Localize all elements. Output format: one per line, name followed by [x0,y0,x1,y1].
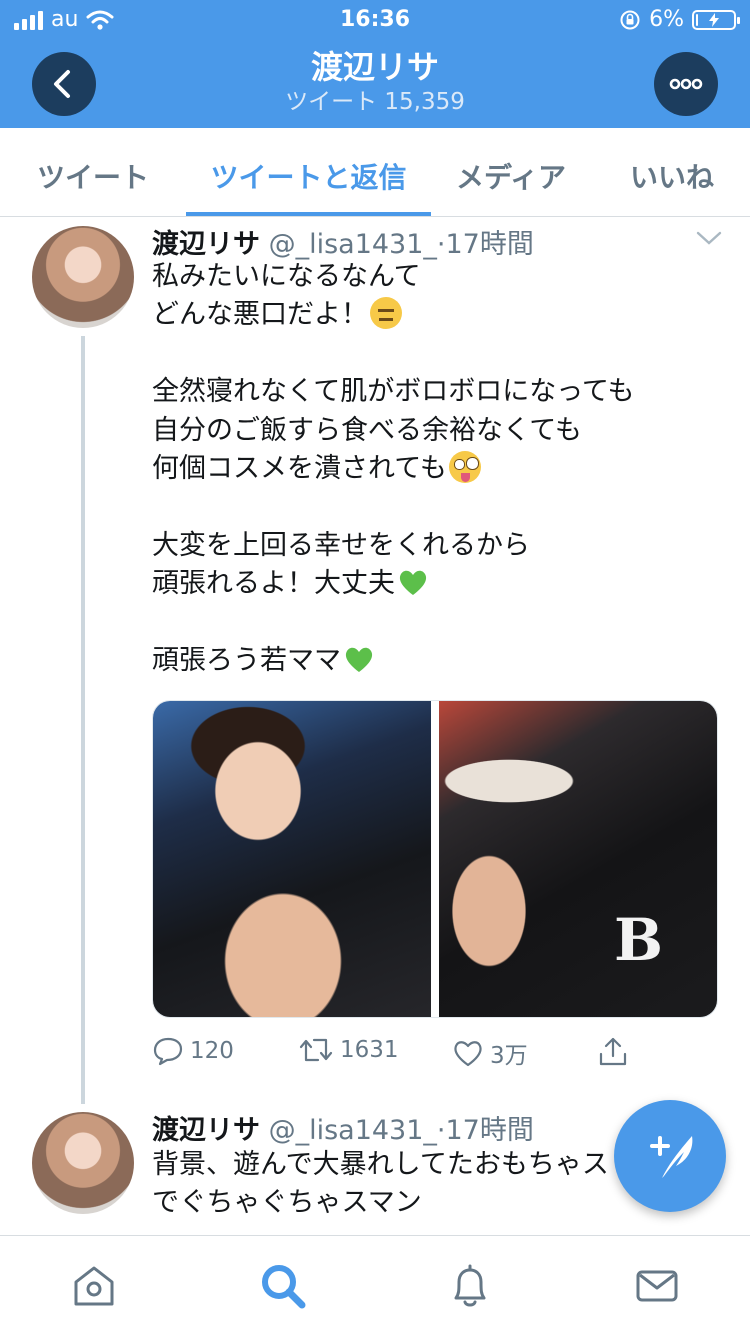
author-handle-time: @_lisa1431_·17時間 [260,229,534,260]
nav-home[interactable] [68,1260,120,1312]
share-icon [599,1037,627,1066]
green-heart-emoji [345,647,373,672]
tweet-actions: 120 1631 3万 [152,1030,652,1074]
charging-bolt-icon [709,12,719,27]
rotation-lock-icon [620,10,640,29]
zany-face-emoji [448,450,481,483]
tweet-line: どんな悪口だよ！ [152,296,635,334]
battery-percent: 6% [649,7,684,32]
tweet-line: 背景、遊んで大暴れしてたおもちゃス [152,1149,609,1180]
status-bar: au 16:36 6% [0,0,750,40]
tweet-line: 頑張れるよ！大丈夫 [152,565,635,603]
tweet-photo[interactable] [153,701,431,1017]
tab-likes[interactable]: いいね [628,156,716,196]
retweet-count: 1631 [340,1037,399,1063]
reply-button[interactable]: 120 [152,1036,234,1066]
tweet-line: 私みたいになるなんて [152,261,421,292]
reply-count: 120 [190,1038,234,1064]
tweet-text: 背景、遊んで大暴れしてたおもちゃス でぐちゃぐちゃスマン [152,1146,622,1223]
nav-messages[interactable] [631,1260,683,1312]
tab-media[interactable]: メディア [452,156,570,196]
expressionless-face-emoji [370,297,402,330]
more-button[interactable] [654,52,718,116]
profile-tabs: ツイート ツイートと返信 メディア いいね [0,128,750,217]
compose-tweet-button[interactable] [614,1100,726,1212]
tweet-line: でぐちゃぐちゃスマン [152,1187,422,1219]
thread-connector-line [81,336,85,1104]
tweet-media-grid: B [152,700,718,1018]
tweet-photo[interactable]: B [439,701,717,1017]
battery-icon [692,9,740,30]
share-button[interactable] [598,1036,628,1068]
bottom-navigation [0,1235,750,1335]
more-dots-icon [669,78,703,90]
tweet-line: 全然寝れなくて肌がボロボロになっても [152,376,635,408]
nav-search[interactable] [257,1260,309,1312]
tweet-text: 私みたいになるなんて どんな悪口だよ！ 全然寝れなくて肌がボロボロになっても 自… [152,258,635,680]
tweet-count: ツイート 15,359 [285,89,465,115]
author-name[interactable]: 渡辺リサ [152,1115,260,1146]
author-handle-time: @_lisa1431_·17時間 [260,1115,534,1146]
tweet-options-chevron-icon[interactable] [696,230,722,246]
search-icon [262,1265,306,1309]
tweet-line: 頑張ろう若ママ [152,642,635,680]
author-name[interactable]: 渡辺リサ [152,229,260,260]
tab-tweets[interactable]: ツイート [36,156,150,196]
active-tab-indicator [186,212,431,216]
messages-envelope-icon [636,1270,678,1302]
notifications-bell-icon [454,1264,486,1307]
tweet-header: 渡辺リサ @_lisa1431_·17時間 [152,222,534,261]
like-count: 3万 [490,1043,528,1069]
status-right-group: 6% [619,7,740,32]
tweet-header: 渡辺リサ @_lisa1431_·17時間 [152,1108,534,1147]
avatar[interactable] [32,1112,134,1214]
retweet-icon [299,1038,333,1062]
tweet-line: 何個コスメを潰されても [152,450,635,488]
compose-tweet-icon [650,1136,693,1178]
tweet-line: 自分のご飯すら食べる余裕なくても [152,414,582,446]
profile-header: au 16:36 6% 渡辺リサ ツイート 15,359 [0,0,750,128]
heart-icon [454,1041,482,1067]
green-heart-emoji [399,570,427,596]
tweet-line: 大変を上回る幸せをくれるから [152,529,530,561]
home-icon [74,1266,114,1306]
like-button[interactable]: 3万 [452,1036,528,1070]
tab-tweets-and-replies[interactable]: ツイートと返信 [186,156,431,196]
reply-icon [153,1037,183,1066]
shirt-logo-text: B [614,906,664,974]
tweet-line [152,335,635,373]
battery-fill [696,13,698,26]
tweet-line [152,604,635,642]
retweet-button[interactable]: 1631 [298,1036,399,1064]
avatar[interactable] [32,226,134,328]
nav-notifications[interactable] [444,1260,496,1312]
tweet-line [152,488,635,526]
